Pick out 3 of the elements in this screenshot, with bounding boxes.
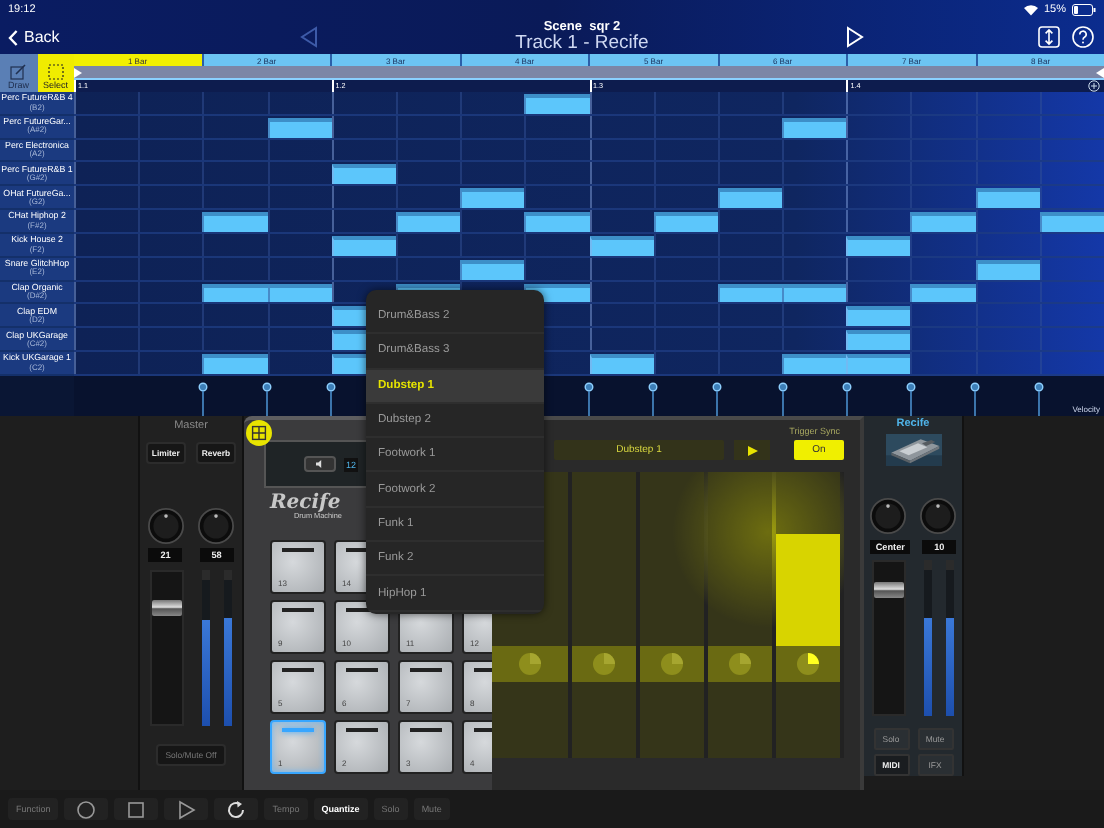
back-button[interactable]: Back: [8, 28, 60, 46]
track-title: Track 1 - Recife: [515, 34, 649, 53]
device-logo: Recife: [270, 494, 341, 514]
